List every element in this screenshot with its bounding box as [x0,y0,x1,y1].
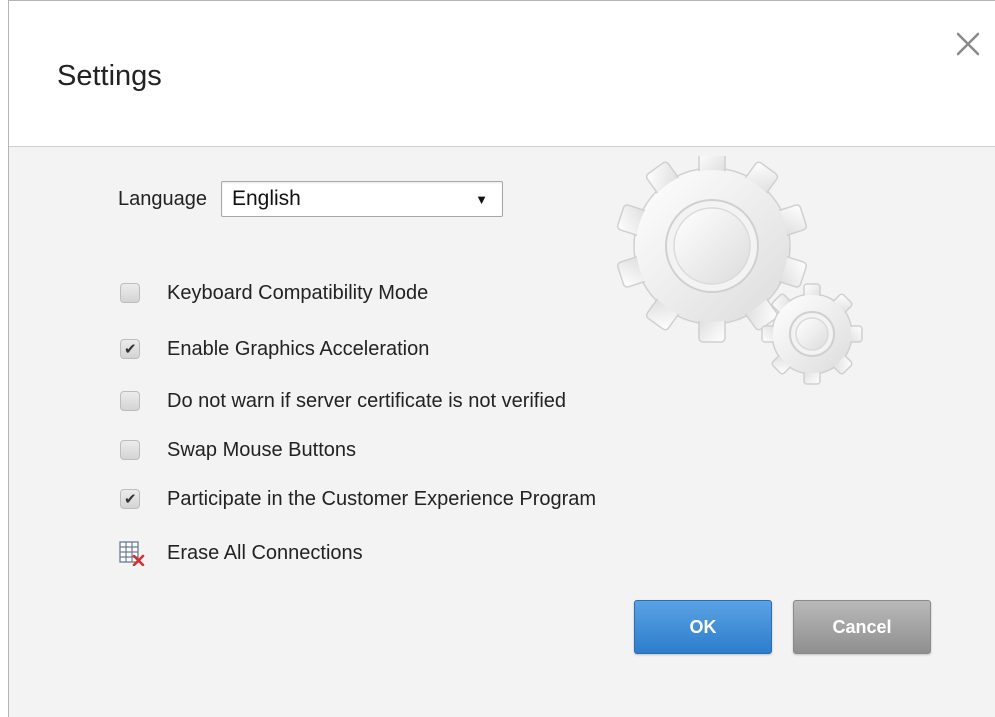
option-customer-experience[interactable]: ✔ Participate in the Customer Experience… [120,484,596,514]
ok-button[interactable]: OK [634,600,772,654]
close-button[interactable] [955,31,981,57]
option-label: Keyboard Compatibility Mode [167,281,429,304]
settings-dialog: Settings Language English ▼ Keyboard Com… [8,0,995,717]
language-label: Language [118,187,207,210]
graphics-acceleration-checkbox[interactable]: ✔ [120,339,140,359]
language-selected-value: English [231,187,301,210]
erase-table-icon [119,541,145,566]
check-icon: ✔ [124,490,137,508]
language-select[interactable]: English ▼ [220,181,503,217]
option-label: Enable Graphics Acceleration [167,337,430,360]
language-row: Language English ▼ [118,181,503,217]
close-icon [956,32,980,56]
option-keyboard-compatibility[interactable]: Keyboard Compatibility Mode [120,278,428,308]
dialog-header: Settings [9,1,995,147]
option-swap-mouse-buttons[interactable]: Swap Mouse Buttons [120,435,356,465]
option-graphics-acceleration[interactable]: ✔ Enable Graphics Acceleration [120,334,429,364]
server-certificate-checkbox[interactable] [120,391,140,411]
erase-all-connections-link[interactable]: Erase All Connections [119,537,363,569]
swap-mouse-buttons-checkbox[interactable] [120,440,140,460]
erase-all-connections-label: Erase All Connections [167,541,363,564]
option-label: Do not warn if server certificate is not… [167,389,567,412]
option-server-certificate[interactable]: Do not warn if server certificate is not… [120,386,566,416]
customer-experience-checkbox[interactable]: ✔ [120,489,140,509]
keyboard-compatibility-checkbox[interactable] [120,283,140,303]
chevron-down-icon: ▼ [475,192,488,207]
cancel-button[interactable]: Cancel [793,600,931,654]
option-label: Participate in the Customer Experience P… [167,487,597,510]
check-icon: ✔ [124,340,137,358]
gears-icon [616,156,863,385]
dialog-title: Settings [57,60,162,92]
option-label: Swap Mouse Buttons [167,438,356,461]
